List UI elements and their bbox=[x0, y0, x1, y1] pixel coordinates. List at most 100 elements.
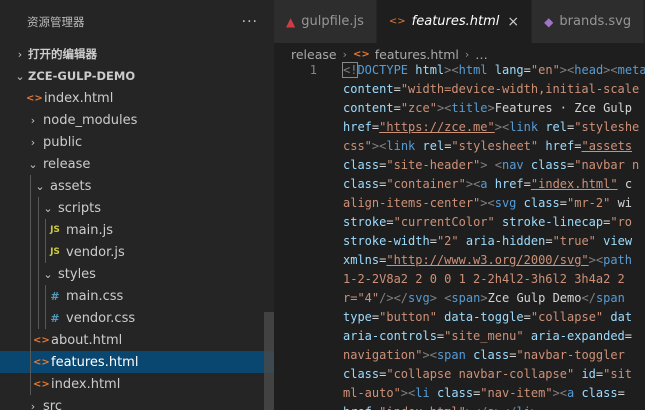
indent-guide bbox=[30, 307, 31, 329]
code-token: a bbox=[480, 177, 495, 191]
code-line: navigation"><span class="navbar-toggler bbox=[274, 346, 645, 365]
more-actions-icon[interactable]: ··· bbox=[242, 14, 258, 30]
code-line: content="zce"><title>Features · Zce Gulp bbox=[274, 99, 645, 118]
line-number: 1 bbox=[309, 63, 317, 77]
code-token: "ro bbox=[610, 215, 633, 229]
editor-tabs: ▲ gulpfile.js <> features.html × ◆ brands.svg bbox=[274, 0, 645, 43]
code-token: html bbox=[458, 63, 495, 77]
code-token: "styleshe bbox=[574, 120, 640, 134]
open-editors-section[interactable]: › 打开的编辑器 bbox=[0, 43, 274, 65]
breadcrumb-folder[interactable]: release bbox=[291, 47, 337, 62]
explorer-title: 资源管理器 bbox=[27, 14, 85, 29]
code-text: ml-auto"><li class="nav-item"><a class= bbox=[343, 384, 625, 403]
breadcrumb-file[interactable]: features.html bbox=[375, 47, 459, 62]
code-token: "navbar-toggler bbox=[516, 348, 625, 362]
code-token: >< bbox=[422, 348, 437, 362]
breadcrumb-more[interactable]: … bbox=[475, 47, 488, 62]
code-line: href="https://zce.me"><link rel="stylesh… bbox=[274, 118, 645, 137]
tree-item[interactable]: JS vendor.js bbox=[0, 241, 274, 263]
tree-item[interactable]: <> about.html bbox=[0, 329, 274, 351]
tree-item[interactable]: # vendor.css bbox=[0, 307, 274, 329]
tab-features-html[interactable]: <> features.html × bbox=[376, 0, 533, 43]
tree-item[interactable]: JS main.js bbox=[0, 219, 274, 241]
code-token: /></ bbox=[379, 291, 409, 305]
tree-item[interactable]: <> index.html bbox=[0, 373, 274, 395]
code-text: align-items-center"><svg class="mr-2" wi bbox=[343, 194, 632, 213]
code-token: c bbox=[617, 177, 633, 191]
code-line: ml-auto"><li class="nav-item"><a class= bbox=[274, 384, 645, 403]
tree-item[interactable]: # main.css bbox=[0, 285, 274, 307]
tree-item[interactable]: <> features.html bbox=[0, 351, 274, 373]
tab-gulpfile-js[interactable]: ▲ gulpfile.js bbox=[274, 0, 377, 43]
code-token: "true" bbox=[552, 234, 604, 248]
code-token: a bbox=[567, 386, 582, 400]
code-token: class bbox=[343, 158, 380, 172]
tree-item-label: node_modules bbox=[43, 112, 138, 128]
indent-guide bbox=[38, 285, 39, 307]
sidebar-scrollbar[interactable] bbox=[264, 312, 274, 410]
code-token: rel bbox=[545, 120, 568, 134]
code-editor[interactable]: 1 <!DOCTYPE html><html lang="en"><head><m… bbox=[274, 61, 645, 410]
tree-item-label: public bbox=[43, 134, 83, 150]
code-token: = bbox=[624, 329, 633, 343]
tree-item[interactable]: ⌄ release bbox=[0, 153, 274, 175]
code-token: meta bbox=[617, 63, 645, 77]
code-token: aria-hidden bbox=[465, 234, 546, 248]
tree-item-label: src bbox=[43, 398, 62, 410]
indent-guide bbox=[38, 197, 39, 219]
tree-item[interactable]: ⌄ styles bbox=[0, 263, 274, 285]
code-token: Features · Zce Gulp bbox=[494, 101, 633, 115]
tree-item[interactable]: ⌄ assets bbox=[0, 175, 274, 197]
code-token: > bbox=[429, 291, 437, 305]
code-token: <! bbox=[341, 62, 359, 78]
tree-item-label: release bbox=[43, 156, 91, 172]
chevron-right-icon: › bbox=[30, 113, 36, 127]
tree-item[interactable]: › src bbox=[0, 395, 274, 410]
tab-label: gulpfile.js bbox=[301, 14, 364, 29]
indent-guide bbox=[30, 285, 31, 307]
tab-brands-svg[interactable]: ◆ brands.svg bbox=[532, 0, 645, 43]
indent-guide bbox=[45, 241, 46, 263]
indent-guide bbox=[45, 285, 46, 307]
chevron-down-icon: ⌄ bbox=[43, 201, 53, 215]
code-text: type="button" data-toggle="collapse" dat bbox=[343, 308, 632, 327]
code-token: dat bbox=[610, 310, 633, 324]
code-line: href="index.html"></a></li> bbox=[274, 403, 645, 410]
code-line: css"><link rel="stylesheet" href="assets bbox=[274, 137, 645, 156]
code-token: "button" bbox=[379, 310, 445, 324]
chevron-down-icon: ⌄ bbox=[35, 179, 45, 193]
tree-item-label: styles bbox=[58, 266, 96, 282]
chevron-right-icon: › bbox=[464, 47, 470, 61]
code-token: path bbox=[603, 253, 633, 267]
tree-item-label: index.html bbox=[44, 90, 114, 106]
tree-item[interactable]: ⌄ scripts bbox=[0, 197, 274, 219]
code-token: content bbox=[343, 101, 394, 115]
indent-guide bbox=[38, 263, 39, 285]
tree-item[interactable]: <> index.html bbox=[0, 87, 274, 109]
code-token: span bbox=[451, 291, 481, 305]
indent-guide bbox=[45, 219, 46, 241]
close-icon[interactable]: × bbox=[507, 14, 519, 30]
html-file-icon: <> bbox=[26, 92, 43, 104]
code-token: = bbox=[523, 63, 531, 77]
code-text: stroke="currentColor" stroke-linecap="ro bbox=[343, 213, 632, 232]
code-line: aria-controls="site_menu" aria-expanded= bbox=[274, 327, 645, 346]
code-token: aria-expanded bbox=[530, 329, 625, 343]
code-line: stroke-width="2" aria-hidden="true" view bbox=[274, 232, 645, 251]
code-text: navigation"><span class="navbar-toggler bbox=[343, 346, 625, 365]
chevron-down-icon: ⌄ bbox=[43, 267, 53, 281]
project-section[interactable]: ⌄ ZCE-GULP-DEMO bbox=[0, 65, 274, 87]
code-text: href="https://zce.me"><link rel="stylesh… bbox=[343, 118, 639, 137]
code-token: span bbox=[436, 348, 474, 362]
code-token: view bbox=[603, 234, 633, 248]
code-token: "site_menu" bbox=[444, 329, 531, 343]
code-token: 1-2-2V8a2 2 0 0 1 2-2h4l2-3h6l2 3h4a2 2 bbox=[343, 272, 625, 286]
code-token: ></ bbox=[495, 405, 517, 410]
tree-item-label: main.css bbox=[66, 288, 124, 304]
indent-guide bbox=[30, 263, 31, 285]
chevron-down-icon: ⌄ bbox=[28, 157, 38, 171]
code-token: "container" bbox=[386, 177, 466, 191]
code-token: DOCTYPE bbox=[357, 63, 416, 77]
tree-item[interactable]: › public bbox=[0, 131, 274, 153]
tree-item[interactable]: › node_modules bbox=[0, 109, 274, 131]
